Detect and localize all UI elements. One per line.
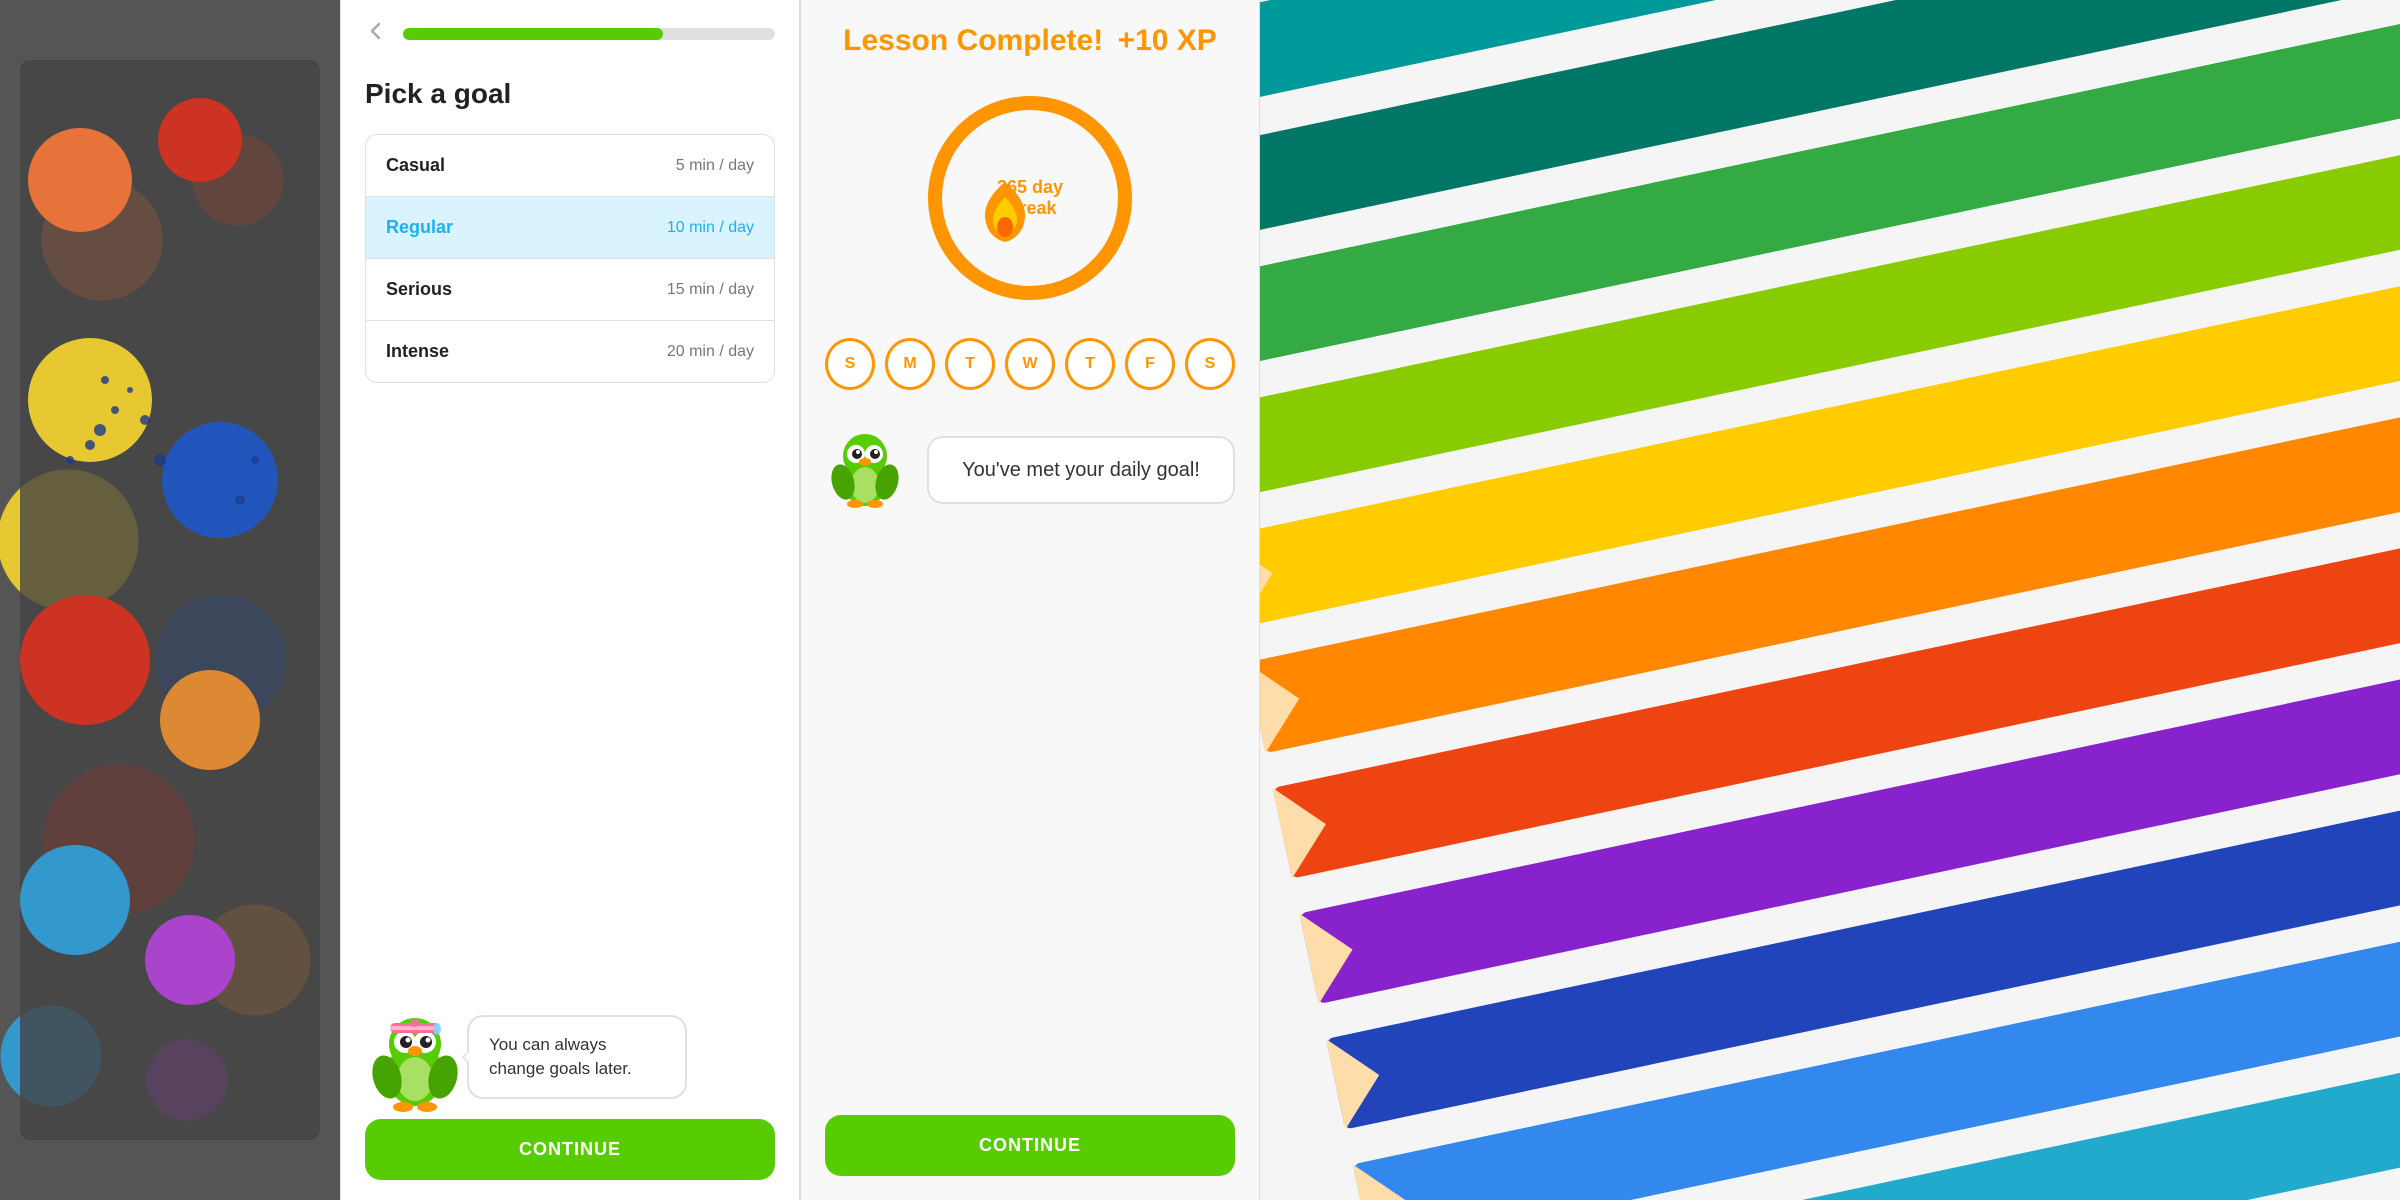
day-saturday: S — [1185, 338, 1235, 390]
mascot-speech-bubble-right: You've met your daily goal! — [927, 436, 1235, 504]
progress-bar — [403, 28, 775, 40]
goal-casual-name: Casual — [386, 155, 445, 176]
lesson-complete-screen: Lesson Complete! +10 XP 365 day streak — [800, 0, 1260, 1200]
day-wednesday: W — [1005, 338, 1055, 390]
mascot-area-right: You've met your daily goal! — [825, 420, 1235, 520]
goal-regular-name: Regular — [386, 217, 453, 238]
streak-circle: 365 day streak — [920, 88, 1140, 308]
right-photo — [1260, 0, 2400, 1200]
goal-intense-name: Intense — [386, 341, 449, 362]
goal-regular[interactable]: Regular 10 min / day — [366, 197, 774, 259]
pick-goal-screen: Pick a goal Casual 5 min / day Regular 1… — [340, 0, 800, 1200]
mascot-area: You can always change goals later. — [365, 383, 775, 1119]
day-sunday: S — [825, 338, 875, 390]
continue-button[interactable]: CONTINUE — [365, 1119, 775, 1180]
day-friday: F — [1125, 338, 1175, 390]
goal-serious-name: Serious — [386, 279, 452, 300]
left-photo — [0, 0, 340, 1200]
back-button[interactable] — [365, 20, 387, 48]
day-thursday: T — [1065, 338, 1115, 390]
page-title: Pick a goal — [365, 78, 775, 110]
xp-bonus-text: +10 XP — [1118, 24, 1217, 57]
mascot-owl — [365, 999, 455, 1099]
goal-intense-time: 20 min / day — [667, 343, 754, 361]
mascot-owl-right — [825, 420, 915, 520]
goal-intense[interactable]: Intense 20 min / day — [366, 321, 774, 382]
top-bar — [365, 20, 775, 48]
mascot-message-right-text: You've met your daily goal! — [962, 459, 1200, 481]
mascot-speech-bubble: You can always change goals later. — [467, 1015, 687, 1099]
goal-serious-time: 15 min / day — [667, 281, 754, 299]
lesson-complete-title: Lesson Complete! +10 XP — [825, 24, 1235, 58]
goals-list: Casual 5 min / day Regular 10 min / day … — [365, 134, 775, 383]
continue-button-right[interactable]: CONTINUE — [825, 1115, 1235, 1176]
goal-casual[interactable]: Casual 5 min / day — [366, 135, 774, 197]
goal-serious[interactable]: Serious 15 min / day — [366, 259, 774, 321]
mascot-message-text: You can always change goals later. — [489, 1035, 632, 1078]
goal-casual-time: 5 min / day — [676, 157, 754, 175]
days-row: S M T W T F S — [825, 338, 1235, 390]
day-tuesday: T — [945, 338, 995, 390]
goal-regular-time: 10 min / day — [667, 219, 754, 237]
progress-fill — [403, 28, 663, 40]
streak-circle-area: 365 day streak — [825, 88, 1235, 308]
lesson-title-text: Lesson Complete! — [843, 24, 1103, 57]
streak-inner: 365 day streak — [975, 177, 1085, 219]
day-monday: M — [885, 338, 935, 390]
